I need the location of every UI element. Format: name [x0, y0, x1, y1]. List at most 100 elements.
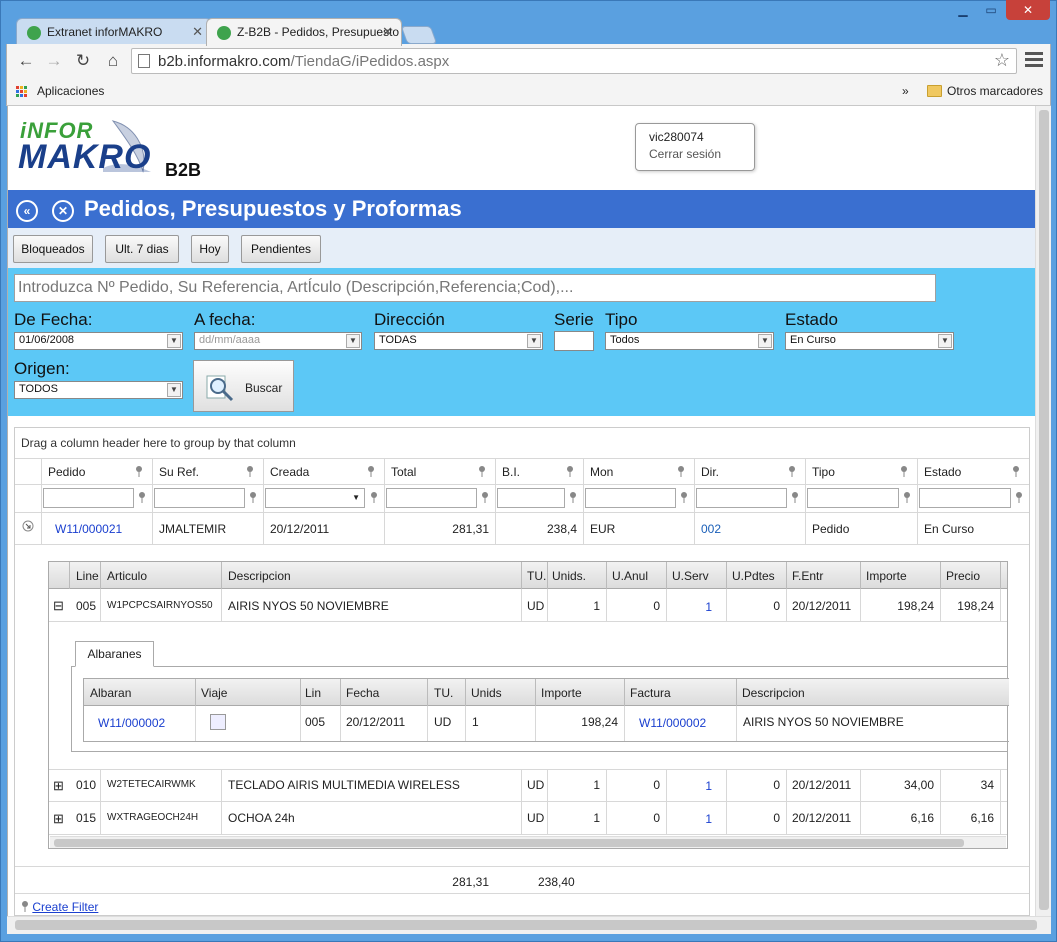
- estado-select[interactable]: En Curso ▼: [785, 332, 954, 350]
- filter-pin-icon[interactable]: [903, 492, 911, 503]
- filter-pin-icon[interactable]: [566, 466, 574, 477]
- origen-select[interactable]: TODOS ▼: [14, 381, 183, 399]
- col-header-dir[interactable]: Dir.: [701, 465, 719, 479]
- apps-icon[interactable]: [16, 86, 28, 98]
- tipo-select[interactable]: Todos ▼: [605, 332, 774, 350]
- filter-pin-icon[interactable]: [900, 466, 908, 477]
- direccion-select[interactable]: TODAS ▼: [374, 332, 543, 350]
- chevron-down-icon[interactable]: ▼: [527, 334, 541, 348]
- back-icon[interactable]: ←: [15, 50, 37, 72]
- chevron-down-icon[interactable]: ▼: [346, 334, 360, 348]
- col-importe[interactable]: Importe: [541, 686, 582, 700]
- close-tab-icon[interactable]: ✕: [192, 24, 203, 40]
- factura-link[interactable]: W11/000002: [639, 716, 706, 730]
- filter-estado-input[interactable]: [919, 488, 1011, 508]
- bookmark-star-icon[interactable]: ☆: [994, 50, 1010, 71]
- filter-pin-icon[interactable]: [1012, 466, 1020, 477]
- close-tab-icon[interactable]: ✕: [382, 24, 393, 40]
- filter-su-ref-input[interactable]: [154, 488, 245, 508]
- a-fecha-field[interactable]: dd/mm/aaaa ▼: [194, 332, 362, 350]
- maximize-icon[interactable]: ▭: [978, 0, 1004, 20]
- filter-pin-icon[interactable]: [680, 492, 688, 503]
- filter-pin-icon[interactable]: [1015, 492, 1023, 503]
- col-precio[interactable]: Precio: [946, 569, 980, 583]
- dir-link[interactable]: 002: [701, 522, 721, 536]
- col-unids[interactable]: Unids.: [552, 569, 586, 583]
- filter-mon-input[interactable]: [585, 488, 676, 508]
- filter-pin-icon[interactable]: [569, 492, 577, 503]
- tab-extranet[interactable]: Extranet inforMAKRO ✕: [16, 18, 212, 46]
- apps-link[interactable]: Aplicaciones: [37, 84, 104, 98]
- forward-icon[interactable]: →: [43, 50, 65, 72]
- userv-link[interactable]: 1: [669, 600, 712, 614]
- col-unids[interactable]: Unids: [471, 686, 502, 700]
- pedido-link[interactable]: W11/000021: [55, 522, 122, 536]
- filter-pin-icon[interactable]: [138, 492, 146, 503]
- menu-icon[interactable]: [1025, 52, 1043, 70]
- filter-bi-input[interactable]: [497, 488, 565, 508]
- col-importe[interactable]: Importe: [866, 569, 907, 583]
- chevron-down-icon[interactable]: ▼: [167, 383, 181, 397]
- tab-pedidos[interactable]: Z-B2B - Pedidos, Presupuesto ✕: [206, 18, 402, 46]
- col-fecha[interactable]: Fecha: [346, 686, 379, 700]
- filter-dir-input[interactable]: [696, 488, 787, 508]
- col-header-mon[interactable]: Mon: [590, 465, 613, 479]
- col-factura[interactable]: Factura: [630, 686, 671, 700]
- albaran-link[interactable]: W11/000002: [98, 716, 165, 730]
- userv-link[interactable]: 1: [669, 779, 712, 793]
- page-vertical-scrollbar[interactable]: [1035, 106, 1051, 916]
- filter-total-input[interactable]: [386, 488, 477, 508]
- filter-creada-input[interactable]: ▼: [265, 488, 365, 508]
- other-bookmarks[interactable]: Otros marcadores: [947, 84, 1043, 98]
- create-filter-link[interactable]: Create Filter: [21, 900, 98, 914]
- userv-link[interactable]: 1: [669, 812, 712, 826]
- col-updtes[interactable]: U.Pdtes: [732, 569, 775, 583]
- tab-albaranes[interactable]: Albaranes: [75, 641, 154, 667]
- minimize-icon[interactable]: ▁: [950, 0, 976, 20]
- close-circle-icon[interactable]: ✕: [52, 200, 74, 222]
- col-tu[interactable]: TU.: [527, 569, 546, 583]
- col-header-estado[interactable]: Estado: [924, 465, 961, 479]
- rewind-icon[interactable]: «: [16, 200, 38, 222]
- chevron-down-icon[interactable]: ▼: [352, 493, 360, 502]
- filter-pin-icon[interactable]: [791, 492, 799, 503]
- logout-link[interactable]: Cerrar sesión: [649, 147, 754, 161]
- ult-7-dias-button[interactable]: Ult. 7 dias: [105, 235, 179, 263]
- pendientes-button[interactable]: Pendientes: [241, 235, 321, 263]
- filter-pin-icon[interactable]: [370, 492, 378, 503]
- de-fecha-field[interactable]: 01/06/2008 ▼: [14, 332, 183, 350]
- page-horizontal-scrollbar[interactable]: [7, 916, 1051, 934]
- col-header-tipo[interactable]: Tipo: [812, 465, 835, 479]
- bloqueados-button[interactable]: Bloqueados: [13, 235, 93, 263]
- home-icon[interactable]: ⌂: [102, 50, 124, 72]
- lines-horizontal-scrollbar[interactable]: [50, 836, 1006, 848]
- col-header-total[interactable]: Total: [391, 465, 416, 479]
- col-articulo[interactable]: Articulo: [107, 569, 147, 583]
- col-albaran[interactable]: Albaran: [90, 686, 131, 700]
- filter-pedido-input[interactable]: [43, 488, 134, 508]
- col-lin[interactable]: Lin: [305, 686, 321, 700]
- col-header-pedido[interactable]: Pedido: [48, 465, 85, 479]
- filter-pin-icon[interactable]: [677, 466, 685, 477]
- col-descripcion[interactable]: Descripcion: [228, 569, 291, 583]
- filter-pin-icon[interactable]: [478, 466, 486, 477]
- col-userv[interactable]: U.Serv: [672, 569, 709, 583]
- col-header-bi[interactable]: B.I.: [502, 465, 520, 479]
- chevron-down-icon[interactable]: ▼: [167, 334, 181, 348]
- filter-pin-icon[interactable]: [249, 492, 257, 503]
- col-uanul[interactable]: U.Anul: [612, 569, 648, 583]
- filter-pin-icon[interactable]: [135, 466, 143, 477]
- collapse-line-icon[interactable]: ⊟: [53, 598, 64, 614]
- hoy-button[interactable]: Hoy: [191, 235, 229, 263]
- col-viaje[interactable]: Viaje: [201, 686, 227, 700]
- filter-pin-icon[interactable]: [367, 466, 375, 477]
- collapse-row-icon[interactable]: [22, 520, 34, 532]
- viaje-image-icon[interactable]: [210, 714, 226, 730]
- filter-pin-icon[interactable]: [246, 466, 254, 477]
- col-header-su-ref[interactable]: Su Ref.: [159, 465, 199, 479]
- buscar-button[interactable]: Buscar: [193, 360, 294, 412]
- filter-pin-icon[interactable]: [481, 492, 489, 503]
- search-input[interactable]: Introduzca Nº Pedido, Su Referencia, Art…: [14, 274, 936, 302]
- close-window-icon[interactable]: ✕: [1006, 0, 1050, 20]
- new-tab-button[interactable]: [400, 26, 438, 44]
